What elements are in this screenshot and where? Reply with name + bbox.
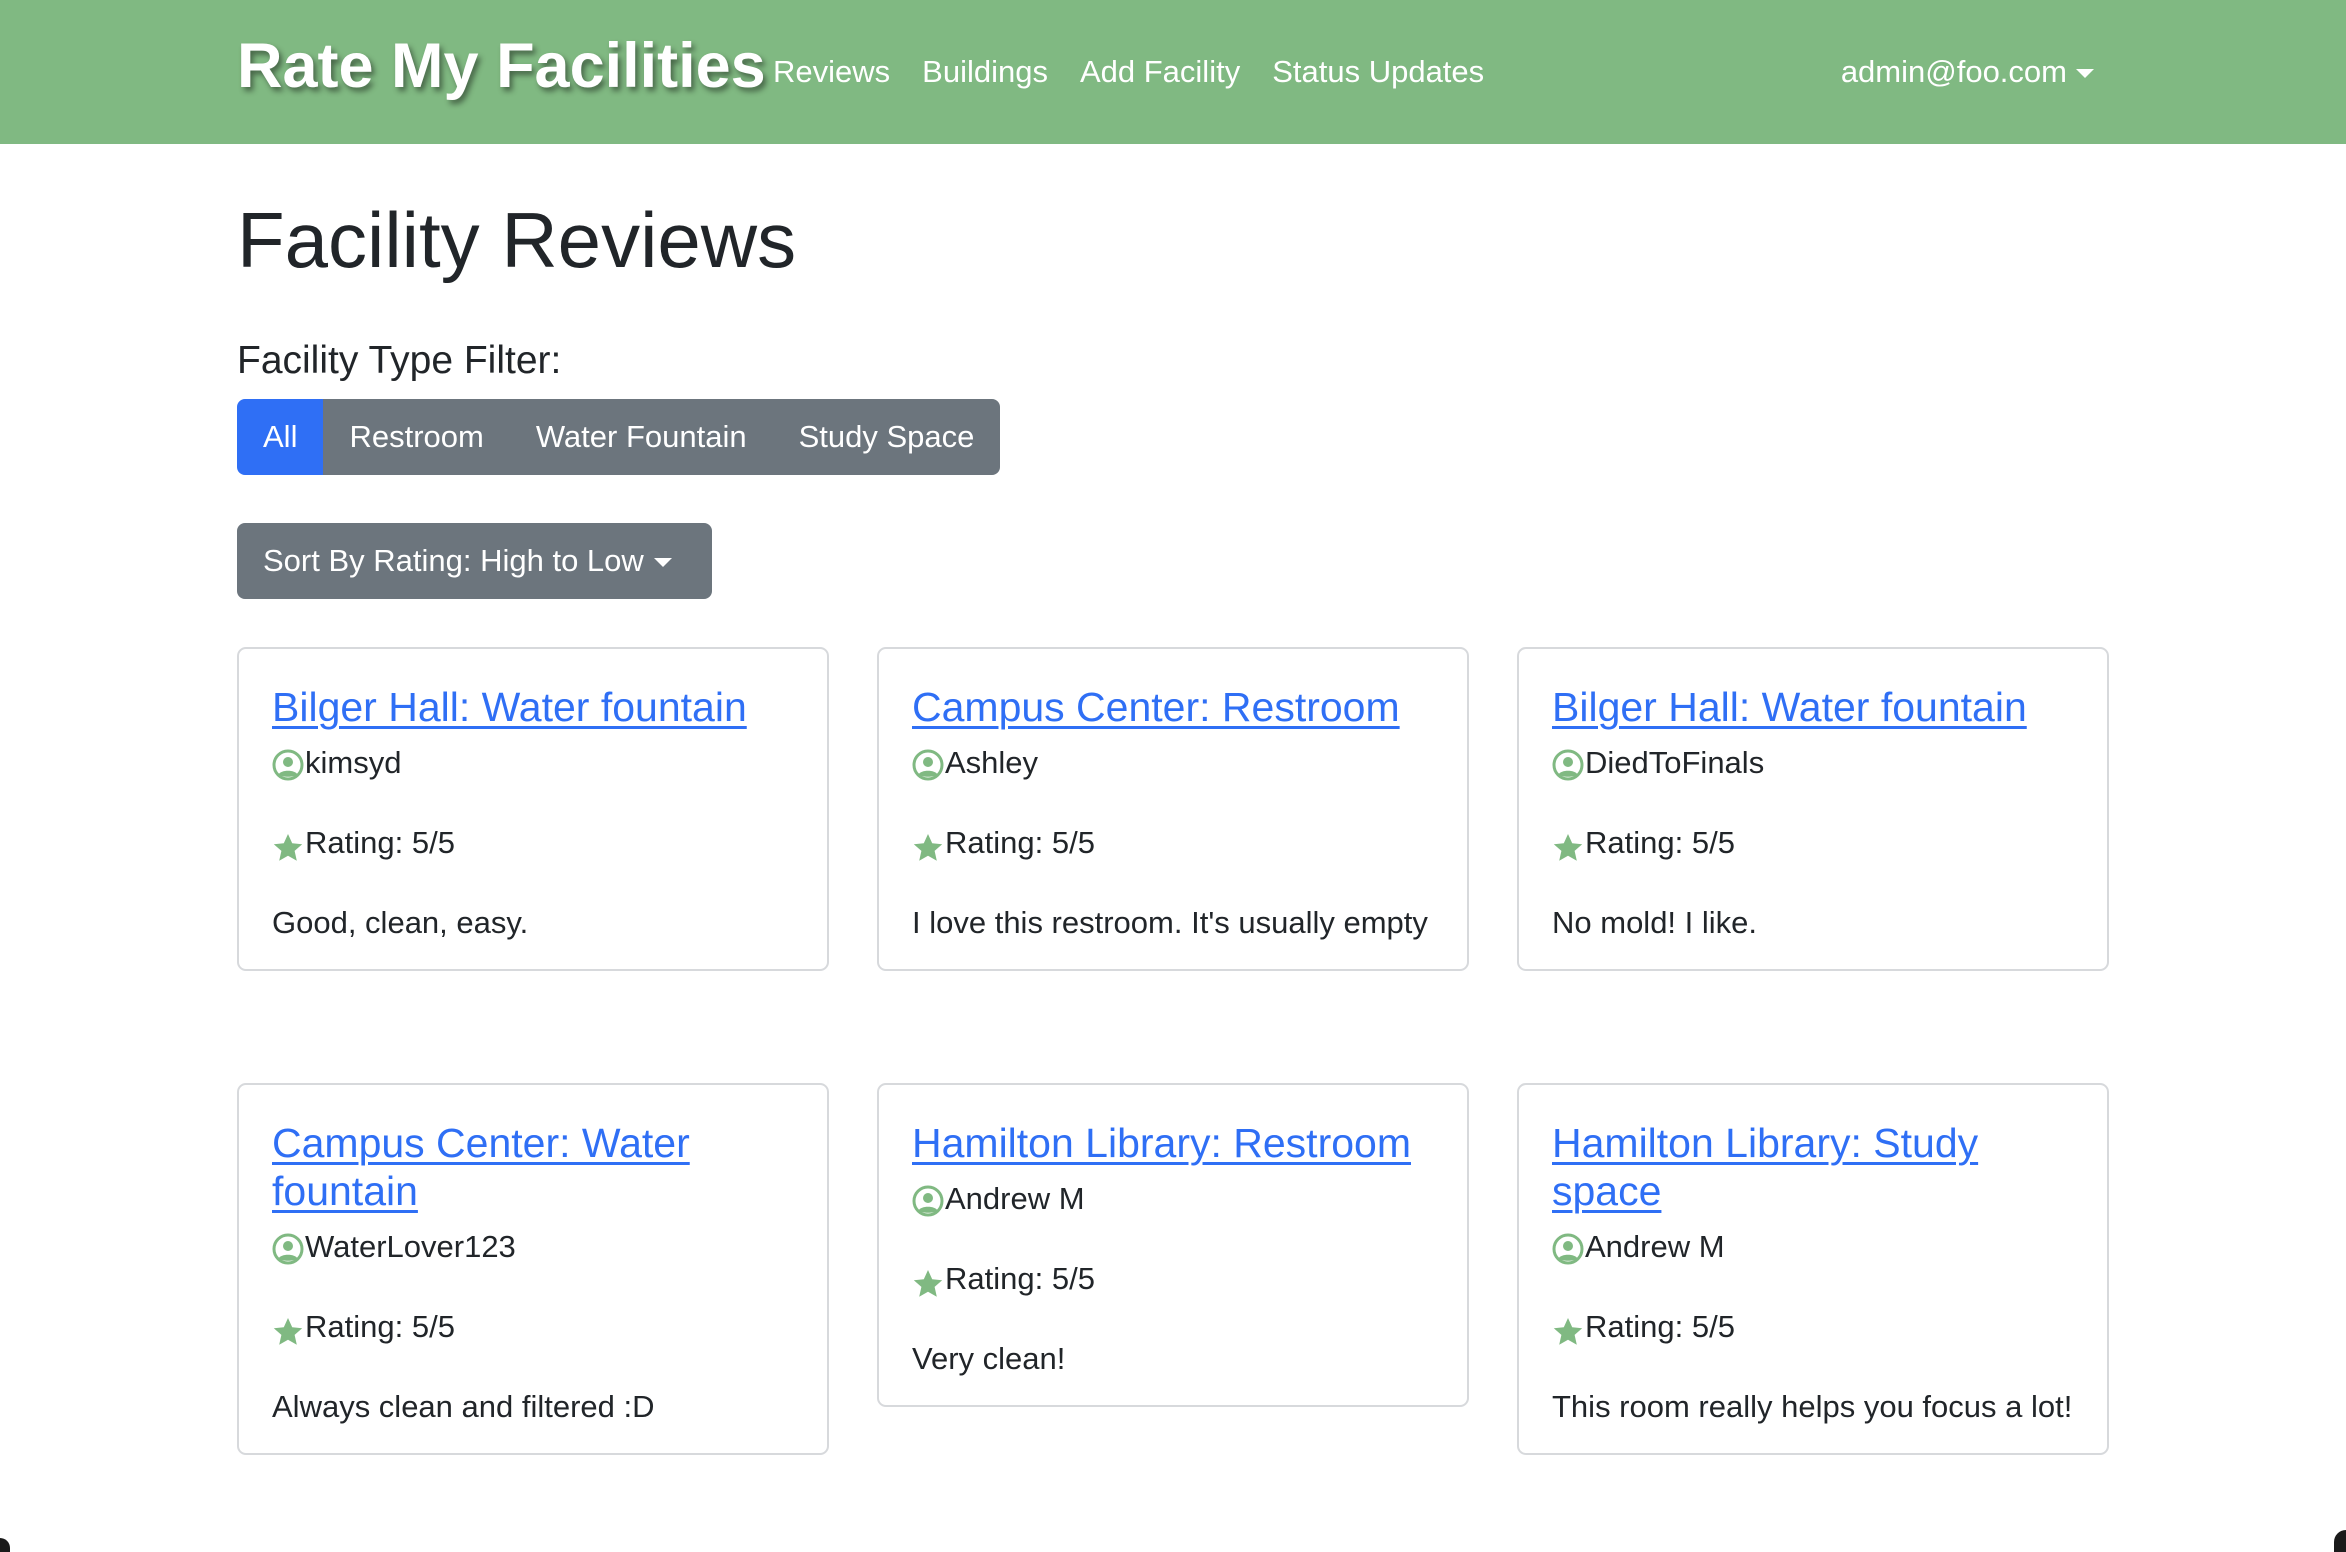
review-card: Hamilton Library: Study space Andrew M Rat… bbox=[1517, 1083, 2109, 1455]
chevron-down-icon bbox=[2076, 69, 2094, 78]
person-circle-icon bbox=[272, 1231, 304, 1265]
review-author-name: DiedToFinals bbox=[1585, 745, 1765, 780]
review-comment: I love this restroom. It's usually empty bbox=[912, 905, 1428, 940]
star-icon bbox=[1552, 830, 1584, 862]
filter-restroom-button[interactable]: Restroom bbox=[323, 399, 510, 475]
brand-logo[interactable]: Rate My Facilities bbox=[237, 26, 766, 106]
user-menu-dropdown[interactable]: admin@foo.com bbox=[1841, 48, 2094, 96]
review-author-name: Andrew M bbox=[945, 1181, 1085, 1216]
review-author-name: WaterLover123 bbox=[305, 1229, 516, 1264]
nav-link-status-updates[interactable]: Status Updates bbox=[1272, 48, 1484, 96]
review-rating-text: Rating: 5/5 bbox=[945, 1261, 1095, 1296]
review-rating: Rating: 5/5 bbox=[1552, 819, 2075, 867]
chevron-down-icon bbox=[653, 558, 672, 567]
navbar: Rate My Facilities Reviews Buildings Add… bbox=[0, 0, 2346, 144]
review-rating-text: Rating: 5/5 bbox=[305, 825, 455, 860]
window-corner bbox=[2334, 1530, 2346, 1552]
review-rating-text: Rating: 5/5 bbox=[305, 1309, 455, 1344]
review-author: kimsyd bbox=[272, 739, 795, 787]
review-author: Andrew M bbox=[912, 1175, 1435, 1223]
person-circle-icon bbox=[1552, 1231, 1584, 1265]
review-rating-text: Rating: 5/5 bbox=[1585, 825, 1735, 860]
page-title: Facility Reviews bbox=[237, 196, 797, 284]
review-rating: Rating: 5/5 bbox=[1552, 1303, 2075, 1351]
star-icon bbox=[272, 1314, 304, 1346]
nav-link-reviews[interactable]: Reviews bbox=[773, 48, 890, 96]
person-circle-icon bbox=[912, 747, 944, 781]
review-facility-link[interactable]: Campus Center: Restroom bbox=[912, 683, 1435, 731]
review-rating: Rating: 5/5 bbox=[912, 819, 1435, 867]
star-icon bbox=[272, 830, 304, 862]
star-icon bbox=[912, 1266, 944, 1298]
review-author-name: kimsyd bbox=[305, 745, 402, 780]
person-circle-icon bbox=[272, 747, 304, 781]
review-facility-link[interactable]: Hamilton Library: Restroom bbox=[912, 1119, 1435, 1167]
person-circle-icon bbox=[912, 1183, 944, 1217]
review-rating-text: Rating: 5/5 bbox=[1585, 1309, 1735, 1344]
person-circle-icon bbox=[1552, 747, 1584, 781]
review-facility-link[interactable]: Bilger Hall: Water fountain bbox=[272, 683, 795, 731]
review-rating: Rating: 5/5 bbox=[272, 819, 795, 867]
review-author-name: Andrew M bbox=[1585, 1229, 1725, 1264]
review-author-name: Ashley bbox=[945, 745, 1039, 780]
review-card: Bilger Hall: Water fountain DiedToFinals R… bbox=[1517, 647, 2109, 971]
review-comment: Always clean and filtered :D bbox=[272, 1389, 655, 1424]
review-author: WaterLover123 bbox=[272, 1223, 795, 1271]
review-card: Hamilton Library: Restroom Andrew M Rating… bbox=[877, 1083, 1469, 1407]
filter-all-button[interactable]: All bbox=[237, 399, 324, 475]
user-email: admin@foo.com bbox=[1840, 54, 2067, 89]
nav-link-add-facility[interactable]: Add Facility bbox=[1080, 48, 1240, 96]
review-facility-link[interactable]: Bilger Hall: Water fountain bbox=[1552, 683, 2075, 731]
review-card: Campus Center: Restroom Ashley Rating: 5/5… bbox=[877, 647, 1469, 971]
review-card: Bilger Hall: Water fountain kimsyd Rating:… bbox=[237, 647, 829, 971]
sort-label: Sort By Rating: High to Low bbox=[263, 543, 644, 578]
star-icon bbox=[1552, 1314, 1584, 1346]
filter-label: Facility Type Filter: bbox=[237, 339, 562, 382]
sort-dropdown-button[interactable]: Sort By Rating: High to Low bbox=[237, 523, 712, 599]
review-facility-link[interactable]: Campus Center: Water fountain bbox=[272, 1119, 795, 1215]
nav-links: Reviews Buildings Add Facility Status Up… bbox=[773, 48, 1516, 96]
review-comment: Good, clean, easy. bbox=[272, 905, 529, 940]
review-rating: Rating: 5/5 bbox=[272, 1303, 795, 1351]
window-corner bbox=[0, 1538, 10, 1552]
review-rating-text: Rating: 5/5 bbox=[945, 825, 1095, 860]
filter-study-space-button[interactable]: Study Space bbox=[772, 399, 1001, 475]
facility-type-filter: All Restroom Water Fountain Study Space bbox=[237, 399, 1001, 475]
review-comment: This room really helps you focus a lot! bbox=[1552, 1389, 2073, 1424]
review-comment: No mold! I like. bbox=[1552, 905, 1758, 940]
star-icon bbox=[912, 830, 944, 862]
review-facility-link[interactable]: Hamilton Library: Study space bbox=[1552, 1119, 2075, 1215]
review-author: Andrew M bbox=[1552, 1223, 2075, 1271]
review-rating: Rating: 5/5 bbox=[912, 1255, 1435, 1303]
nav-link-buildings[interactable]: Buildings bbox=[922, 48, 1048, 96]
review-comment: Very clean! bbox=[912, 1341, 1066, 1376]
review-author: Ashley bbox=[912, 739, 1435, 787]
review-author: DiedToFinals bbox=[1552, 739, 2075, 787]
review-card: Campus Center: Water fountain WaterLover1… bbox=[237, 1083, 829, 1455]
filter-water-fountain-button[interactable]: Water Fountain bbox=[509, 399, 773, 475]
